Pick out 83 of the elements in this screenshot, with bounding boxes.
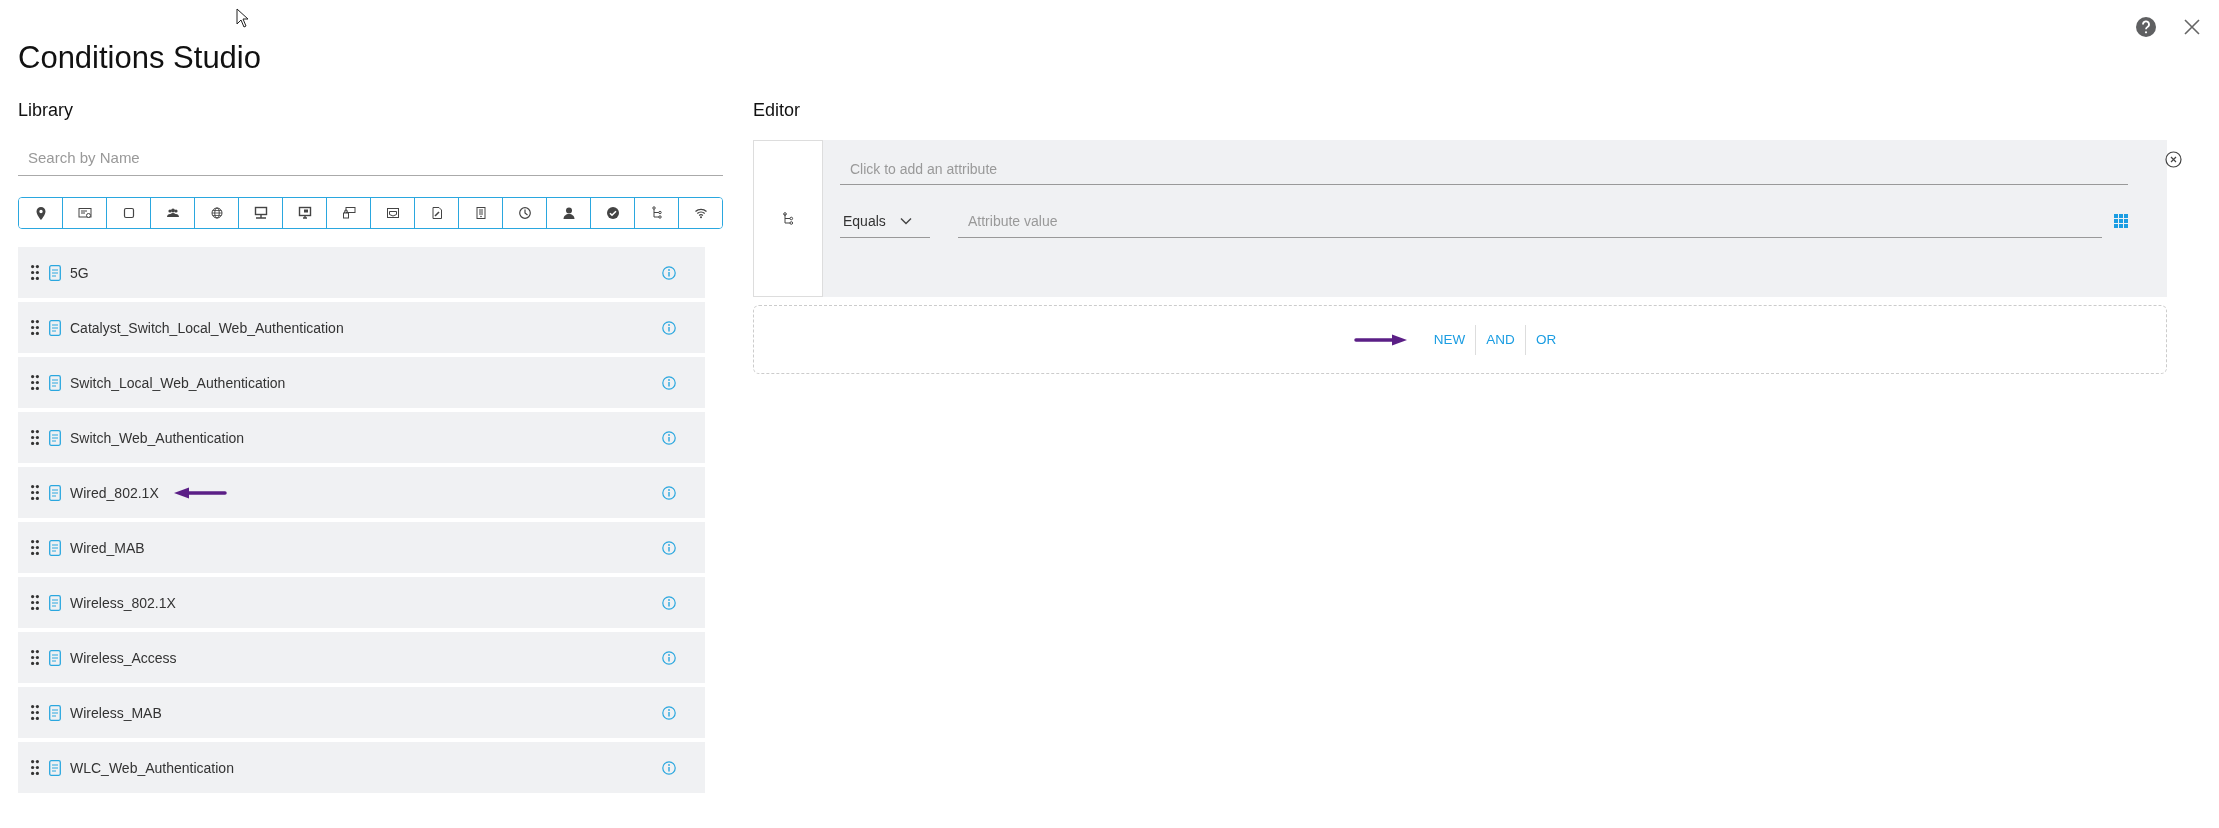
close-circle-icon <box>2165 151 2182 168</box>
drag-handle-icon <box>31 650 39 665</box>
help-icon <box>2135 16 2157 38</box>
document-icon <box>49 594 61 611</box>
checkmark-circle-icon <box>605 206 620 220</box>
window-title: Conditions Studio <box>18 40 261 76</box>
library-item[interactable]: Wireless_Access <box>18 632 705 683</box>
person-icon <box>561 206 576 220</box>
document-icon <box>49 649 61 666</box>
certificate-icon <box>77 206 92 220</box>
condition-name: Wireless_Access <box>70 649 177 666</box>
help-button[interactable] <box>2135 16 2157 38</box>
hierarchy-icon <box>649 206 664 220</box>
drag-handle-icon <box>31 375 39 390</box>
library-item[interactable]: Wireless_MAB <box>18 687 705 738</box>
info-icon[interactable] <box>662 430 676 445</box>
info-icon[interactable] <box>662 705 676 720</box>
editor-heading: Editor <box>753 99 802 121</box>
document-icon <box>49 539 61 556</box>
document-icon <box>429 206 444 220</box>
close-button[interactable] <box>2183 18 2201 36</box>
info-icon[interactable] <box>662 320 676 335</box>
library-item[interactable]: Catalyst_Switch_Local_Web_Authentication <box>18 302 705 353</box>
drag-handle-icon <box>31 430 39 445</box>
square-icon <box>121 206 136 220</box>
attribute-field[interactable]: Click to add an attribute <box>840 153 2128 185</box>
document-icon <box>49 759 61 776</box>
library-item[interactable]: Switch_Local_Web_Authentication <box>18 357 705 408</box>
condition-name: Wireless_802.1X <box>70 594 176 611</box>
drag-handle-icon <box>31 265 39 280</box>
document-icon <box>49 429 61 446</box>
drag-handle-icon <box>31 595 39 610</box>
drag-handle-icon <box>31 760 39 775</box>
device-lock-icon <box>341 206 356 220</box>
document-icon <box>49 374 61 391</box>
drag-handle-icon <box>31 705 39 720</box>
search-field[interactable]: Search by Name <box>18 140 723 176</box>
remove-condition-button[interactable] <box>2165 151 2182 168</box>
monitor-network-icon <box>253 206 268 220</box>
info-icon[interactable] <box>662 540 676 555</box>
drag-handle-icon <box>31 485 39 500</box>
library-item[interactable]: Wired_802.1X <box>18 467 705 518</box>
drag-handle-icon <box>31 320 39 335</box>
condition-name: 5G <box>70 264 89 281</box>
server-icon <box>473 206 488 220</box>
monitor-icon <box>297 206 312 220</box>
info-icon[interactable] <box>662 485 676 500</box>
attribute-value-field[interactable]: Attribute value <box>958 204 2102 238</box>
condition-name: Switch_Local_Web_Authentication <box>70 374 286 391</box>
info-icon[interactable] <box>662 265 676 280</box>
condition-name: Catalyst_Switch_Local_Web_Authentication <box>70 319 344 336</box>
library-item[interactable]: WLC_Web_Authentication <box>18 742 705 793</box>
document-icon <box>49 264 61 281</box>
clock-icon <box>517 206 532 220</box>
library-heading: Library <box>18 99 75 121</box>
condition-name: Wired_MAB <box>70 539 145 556</box>
drag-handle-icon <box>31 540 39 555</box>
close-icon <box>2183 18 2201 36</box>
info-icon[interactable] <box>662 595 676 610</box>
operator-dropdown[interactable]: Equals <box>840 204 930 238</box>
library-item[interactable]: 5G <box>18 247 705 298</box>
people-group-icon <box>165 206 180 220</box>
chevron-down-icon <box>899 216 912 225</box>
info-icon[interactable] <box>662 760 676 775</box>
mouse-pointer-icon <box>236 8 249 28</box>
document-icon <box>49 484 61 501</box>
globe-icon <box>209 206 224 220</box>
condition-name: Wired_802.1X <box>70 484 159 501</box>
info-icon[interactable] <box>662 650 676 665</box>
document-icon <box>49 319 61 336</box>
info-icon[interactable] <box>662 375 676 390</box>
library-item[interactable]: Wireless_802.1X <box>18 577 705 628</box>
condition-name: WLC_Web_Authentication <box>70 759 234 776</box>
document-icon <box>49 704 61 721</box>
condition-name: Wireless_MAB <box>70 704 162 721</box>
condition-name: Switch_Web_Authentication <box>70 429 245 446</box>
library-item[interactable]: Wired_MAB <box>18 522 705 573</box>
location-pin-icon <box>33 206 48 220</box>
wifi-icon <box>693 206 708 220</box>
hierarchy-icon <box>782 211 794 226</box>
grid-icon[interactable] <box>2114 214 2128 228</box>
router-icon <box>385 206 400 220</box>
library-item[interactable]: Switch_Web_Authentication <box>18 412 705 463</box>
